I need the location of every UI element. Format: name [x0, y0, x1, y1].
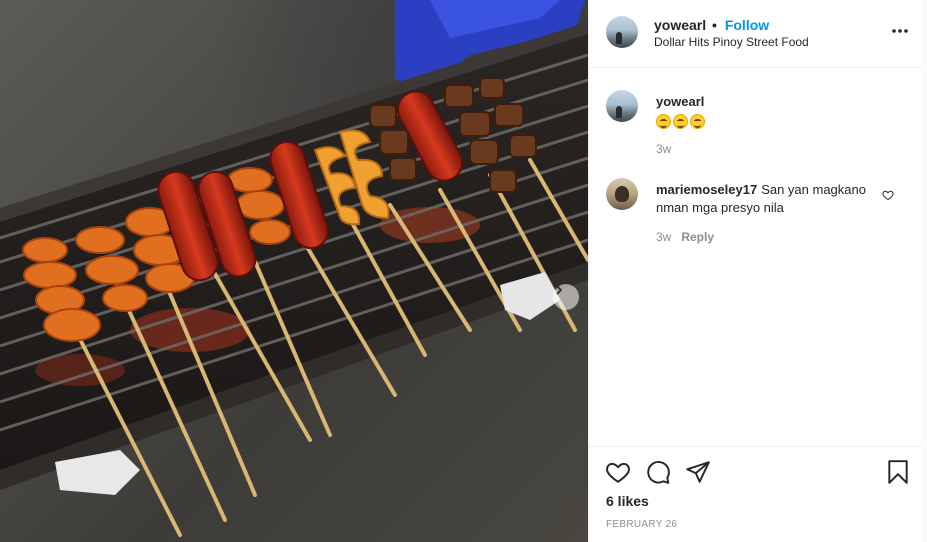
page-scrollbar[interactable]: [921, 0, 927, 542]
comment-meta: 3w: [656, 142, 671, 156]
comment-age[interactable]: 3w: [656, 142, 671, 156]
grinning-face-emoji-icon: [673, 114, 688, 129]
like-count[interactable]: 6 likes: [606, 493, 649, 509]
comment-body: mariemoseley17 San yan magkano nman mga p…: [656, 181, 878, 217]
next-photo-button[interactable]: [553, 284, 579, 310]
comment-age[interactable]: 3w: [656, 230, 671, 244]
author-avatar[interactable]: [606, 16, 638, 48]
reply-button[interactable]: Reply: [681, 230, 714, 244]
heart-outline-icon[interactable]: [605, 459, 631, 485]
more-horizontal-icon[interactable]: [890, 23, 910, 39]
comment-body: yowearl: [656, 93, 878, 131]
author-username[interactable]: yowearl: [654, 17, 706, 33]
paper-plane-icon[interactable]: [685, 459, 711, 485]
commenter-username[interactable]: yowearl: [656, 94, 704, 109]
follow-button[interactable]: Follow: [725, 17, 769, 33]
chevron-right-icon: [556, 285, 563, 295]
post-location[interactable]: Dollar Hits Pinoy Street Food: [654, 35, 809, 49]
grinning-face-emoji-icon: [656, 114, 671, 129]
post-sidebar: yowearl • Follow Dollar Hits Pinoy Stree…: [588, 0, 922, 542]
bookmark-icon[interactable]: [885, 459, 911, 485]
speech-bubble-icon[interactable]: [645, 459, 671, 485]
post-actions: 6 likes FEBRUARY 26: [589, 446, 922, 542]
commenter-avatar[interactable]: [606, 178, 638, 210]
commenter-avatar[interactable]: [606, 90, 638, 122]
separator-dot: •: [712, 17, 717, 33]
grinning-face-emoji-icon: [690, 114, 705, 129]
heart-outline-icon[interactable]: [882, 189, 894, 201]
post-date[interactable]: FEBRUARY 26: [606, 519, 677, 530]
post-photo: [0, 0, 588, 542]
commenter-username[interactable]: mariemoseley17: [656, 182, 757, 197]
author-line: yowearl • Follow: [654, 17, 769, 33]
street-food-grill-image: [0, 0, 588, 537]
post-header: yowearl • Follow Dollar Hits Pinoy Stree…: [589, 0, 922, 68]
comment-meta: 3w Reply: [656, 230, 714, 244]
